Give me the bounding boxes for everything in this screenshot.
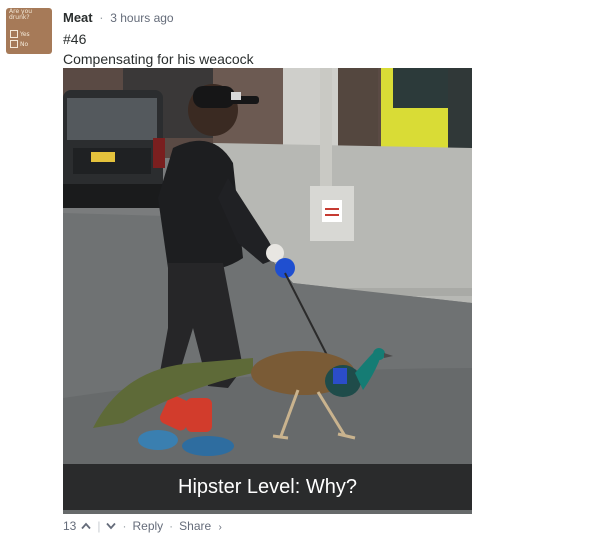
vote-count: 13	[63, 519, 77, 533]
comment-text: Compensating for his weacock	[63, 51, 254, 67]
upvote-button[interactable]	[81, 519, 92, 533]
avatar-option-yes: Yes	[10, 30, 30, 38]
footer-separator: ·	[169, 519, 174, 533]
footer-separator: ·	[122, 519, 127, 533]
reply-button[interactable]: Reply	[132, 519, 163, 533]
comment-footer: 13 | · Reply · Share ›	[63, 519, 222, 533]
checkbox-icon	[10, 40, 18, 48]
share-label: Share	[179, 519, 212, 533]
author-name[interactable]: Meat	[63, 10, 93, 25]
street-photo	[63, 68, 472, 514]
chevron-up-icon	[81, 522, 92, 530]
image-caption: Hipster Level: Why?	[63, 464, 472, 510]
avatar[interactable]: Are you drunk? Yes No	[6, 8, 52, 54]
avatar-question: Are you drunk?	[9, 8, 33, 21]
vote-divider: |	[97, 519, 101, 533]
comment-number: #46	[63, 31, 87, 47]
header-separator: ·	[99, 10, 104, 25]
chevron-down-icon	[106, 522, 117, 530]
avatar-option-no: No	[10, 40, 28, 48]
comment-header: Meat · 3 hours ago	[63, 10, 174, 26]
chevron-right-icon: ›	[218, 522, 222, 533]
comment-image[interactable]: Hipster Level: Why?	[63, 68, 472, 514]
checkbox-icon	[10, 30, 18, 38]
timestamp[interactable]: 3 hours ago	[110, 11, 173, 25]
downvote-button[interactable]	[106, 519, 117, 533]
share-button[interactable]: Share ›	[179, 519, 222, 533]
